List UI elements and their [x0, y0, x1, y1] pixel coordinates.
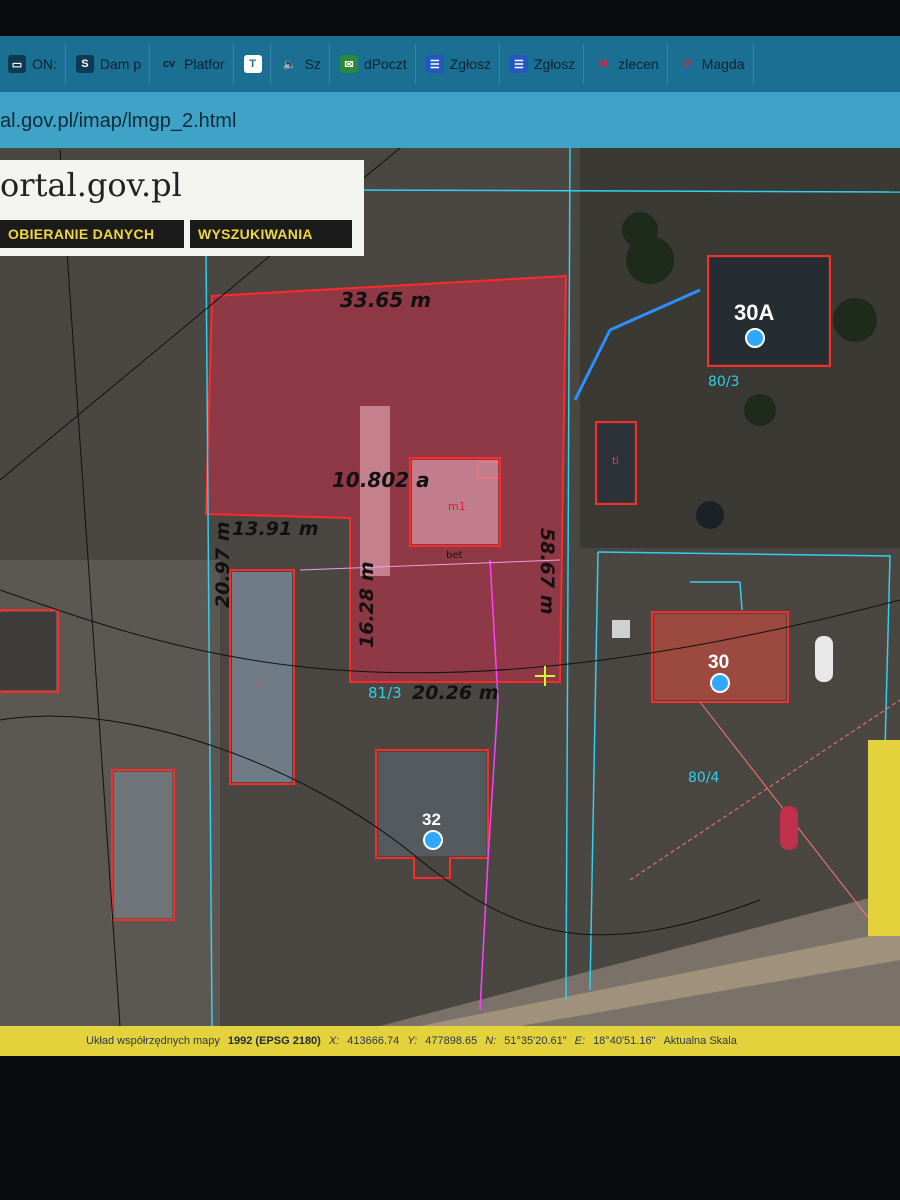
crs-value: 1992 (EPSG 2180) [227, 1035, 321, 1047]
bookmark-label: Magda [701, 56, 745, 72]
bookmark-label: zlecen [618, 56, 659, 72]
y-value: 477898.65 [425, 1035, 478, 1047]
map-canvas [0, 148, 900, 1026]
e-value: 18°40'51.16" [593, 1035, 656, 1047]
form-icon: ☰ [509, 55, 528, 73]
site-header: ortal.gov.pl OBIERANIE DANYCH WYSZUKIWAN… [0, 160, 364, 256]
gmail-icon: M [598, 58, 608, 70]
cv-icon: cv [163, 58, 176, 70]
bookmark-item[interactable]: T [236, 44, 271, 84]
bookmark-item[interactable]: 🔈 Sz [273, 44, 330, 84]
bookmark-item[interactable]: ☰ Zgłosz [502, 44, 585, 84]
building-code: bet [446, 550, 463, 561]
building-code: ti [612, 456, 619, 467]
form-icon: ☰ [425, 55, 444, 73]
dimension-top: 33.65 m [340, 288, 432, 312]
bookmark-label: dPoczt [363, 56, 407, 72]
car [815, 636, 833, 682]
n-label: N: [485, 1035, 497, 1047]
bookmark-item[interactable]: S Dam p [68, 44, 151, 84]
map-viewport[interactable]: 33.65 m 20.97 m 13.91 m 10.802 a 16.28 m… [0, 148, 900, 1026]
bookmark-label: Platfor [184, 56, 225, 72]
crs-label: Układ współrzędnych mapy [86, 1035, 220, 1047]
x-value: 413666.74 [347, 1035, 400, 1047]
dimension-step: 13.91 m [232, 518, 319, 540]
bookmark-item[interactable]: ☰ Zgłosz [418, 44, 500, 84]
speaker-icon: 🔈 [282, 58, 297, 71]
nav-data-download[interactable]: OBIERANIE DANYCH [0, 220, 184, 248]
mailbox-icon: ✉ [339, 55, 358, 73]
house-number: 30 [708, 652, 730, 673]
side-panel[interactable] [868, 740, 900, 936]
bookmark-label: Dam p [99, 56, 142, 72]
nav-search[interactable]: WYSZUKIWANIA [190, 220, 352, 248]
address-bar[interactable]: al.gov.pl/imap/lmgp_2.html [0, 92, 900, 148]
bookmark-label: Zgłosz [533, 56, 576, 72]
y-label: Y: [407, 1035, 418, 1047]
bookmark-label: ON: [32, 56, 57, 72]
bookmark-item[interactable]: M Magda [670, 44, 754, 84]
bookmark-item[interactable]: ✉ dPoczt [332, 44, 416, 84]
e-label: E: [574, 1035, 586, 1047]
x-label: X: [328, 1035, 340, 1047]
s-logo-icon: S [75, 55, 94, 73]
parcel-number: 81/3 [368, 684, 402, 702]
url-text[interactable]: al.gov.pl/imap/lmgp_2.html [0, 110, 236, 133]
building-code: ti [256, 678, 263, 689]
car [780, 806, 798, 850]
bookmark-label: Sz [304, 56, 321, 72]
site-title[interactable]: ortal.gov.pl [0, 166, 182, 204]
bookmark-item[interactable]: Mzlecen [586, 44, 668, 84]
bookmark-item[interactable]: ▭ ON: [0, 44, 66, 84]
building-code: m1 [448, 500, 466, 513]
scale-label: Aktualna Skala [663, 1035, 737, 1047]
parcel-number: 80/3 [708, 374, 740, 390]
t-circle-icon: T [243, 55, 262, 73]
house-number: 32 [422, 810, 441, 829]
parcel-number: 80/4 [688, 770, 720, 786]
dimension-bottom: 20.26 m [412, 682, 499, 704]
bookmark-label: Zgłosz [449, 56, 491, 72]
marker [612, 620, 630, 638]
gmail-icon: M [682, 58, 692, 70]
dimension-left: 20.97 m [212, 521, 234, 608]
status-bar: Układ współrzędnych mapy 1992 (EPSG 2180… [0, 1026, 900, 1056]
bookmark-item[interactable]: cv Platfor [152, 44, 234, 84]
dimension-mid: 16.28 m [356, 561, 378, 648]
bookmarks-bar: ▭ ON: S Dam p cv Platfor T 🔈 Sz ✉ dPoczt ☰ Zgłosz ☰ Zg… [0, 36, 900, 92]
n-value: 51°35'20.61" [504, 1035, 567, 1047]
house-number: 30A [734, 300, 775, 325]
dimension-right: 58.67 m [536, 528, 558, 615]
tab-icon: ▭ [8, 55, 26, 73]
parcel-area: 10.802 a [332, 468, 430, 492]
